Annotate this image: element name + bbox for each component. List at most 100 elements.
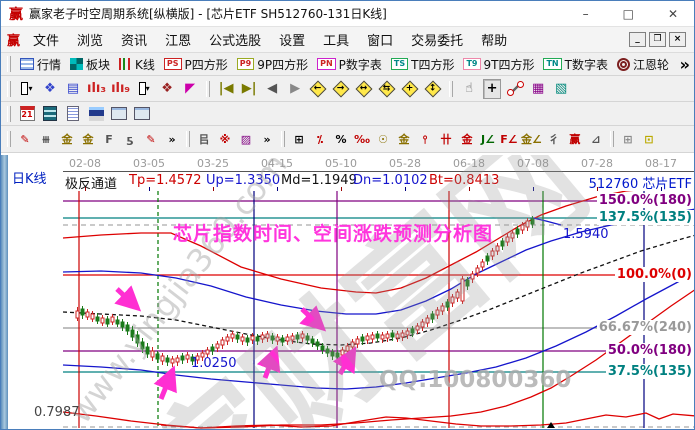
expand-all-button[interactable]: + — [401, 79, 419, 99]
spiral-tool-icon[interactable]: ƽ — [121, 129, 139, 149]
workstation-button[interactable] — [110, 104, 128, 124]
nav-last-button[interactable]: ▶| — [240, 79, 258, 99]
maximize-button[interactable]: □ — [623, 7, 634, 21]
wedge-tool-icon[interactable]: ⊿ — [587, 129, 605, 149]
shift-right-button-icon: → — [333, 80, 350, 97]
grid-red-tool-icon[interactable]: ⊞ — [619, 129, 637, 149]
menu-item-4[interactable]: 公式选股 — [200, 27, 270, 52]
pencil2-tool-icon[interactable]: ✎ — [142, 129, 160, 149]
quotes-button[interactable]: 行情 — [18, 55, 63, 74]
draw-overflow-icon[interactable]: » — [163, 129, 181, 149]
fibo-tool-icon[interactable]: F — [100, 129, 118, 149]
menu-item-9[interactable]: 帮助 — [472, 27, 516, 52]
info-panel-icon[interactable]: ▤ — [64, 79, 82, 99]
percent-line-tool-icon[interactable]: ⁒ — [311, 129, 329, 149]
kline-button[interactable]: K线 — [117, 55, 157, 74]
nav-first-button[interactable]: |◀ — [217, 79, 235, 99]
pencil-tool-icon[interactable]: ✎ — [16, 129, 34, 149]
indicator-name[interactable]: 极反通道 — [65, 173, 117, 192]
gold-ratio-tool-icon[interactable]: 金 — [58, 129, 76, 149]
t-digit-table-button-label: T数字表 — [565, 56, 608, 73]
zoom-y-button[interactable]: ↕ — [424, 79, 442, 99]
menu-item-3[interactable]: 江恩 — [156, 27, 200, 52]
t-digit-table-button[interactable]: TNT数字表 — [541, 55, 610, 74]
grid-gold-tool-icon[interactable]: ⊡ — [640, 129, 658, 149]
shift-left-button[interactable]: ← — [309, 79, 327, 99]
menu-item-1[interactable]: 浏览 — [68, 27, 112, 52]
gann-wheel-button-icon — [617, 58, 630, 71]
j-angle-tool-icon[interactable]: J∠ — [479, 129, 497, 149]
notes-button-icon — [67, 106, 79, 121]
elliott-tool-button[interactable]: ▧ — [552, 79, 570, 99]
menu-item-0[interactable]: 文件 — [24, 27, 68, 52]
channel-tool-icon[interactable]: 卄 — [437, 129, 455, 149]
gold-angle2-tool-icon[interactable]: 金∠ — [521, 129, 542, 149]
9p-square-button[interactable]: P99P四方形 — [235, 55, 310, 74]
measure-tool-button[interactable] — [506, 79, 524, 99]
ladder-tool-icon[interactable]: ⧻ — [37, 129, 55, 149]
save-button-icon — [89, 107, 104, 121]
crosshair-tool-button[interactable]: + — [483, 79, 501, 99]
percent-tool-icon[interactable]: % — [332, 129, 350, 149]
t-square-button[interactable]: TST四方形 — [389, 55, 457, 74]
kline-period-dropdown-icon — [21, 82, 28, 95]
calculator-button[interactable] — [41, 104, 59, 124]
walk-tool-icon[interactable]: 彳 — [545, 129, 563, 149]
shift-right-button[interactable]: → — [332, 79, 350, 99]
volume-profile-icon[interactable]: ◤ — [181, 79, 199, 99]
close-button[interactable]: ✕ — [668, 7, 678, 21]
mdi-restore-button[interactable]: ❐ — [649, 32, 666, 47]
9t-square-button[interactable]: T99T四方形 — [461, 55, 536, 74]
gold-circle-tool-icon[interactable]: ☉ — [374, 129, 392, 149]
nav-next-button[interactable]: ▶ — [286, 79, 304, 99]
trend-frame-tool-icon[interactable]: 㠯 — [195, 129, 213, 149]
kline-period-dropdown[interactable]: ▾ — [18, 79, 36, 99]
gold-angle-tool-icon[interactable]: 金 — [458, 129, 476, 149]
nav-prev-button[interactable]: ◀ — [263, 79, 281, 99]
gold-lines-tool-icon[interactable]: 金 — [395, 129, 413, 149]
sectors-button[interactable]: 板块 — [68, 55, 112, 74]
candle-arrow-tool-icon[interactable]: ⫯ — [416, 129, 434, 149]
menu-item-2[interactable]: 资讯 — [112, 27, 156, 52]
tab-daily-kline[interactable]: 日K线 — [12, 168, 47, 187]
calendar-button[interactable]: 21 — [18, 104, 36, 124]
compress-x-button-icon: ⇆ — [379, 80, 396, 97]
gann-grid-tool-button[interactable]: ▦ — [529, 79, 547, 99]
p-digit-table-button[interactable]: PNP数字表 — [315, 55, 384, 74]
similar-kline-red-icon[interactable]: ❖ — [158, 79, 176, 99]
menu-item-7[interactable]: 窗口 — [358, 27, 402, 52]
fan-box-tool-icon[interactable]: ▨ — [237, 129, 255, 149]
compress-x-button[interactable]: ⇆ — [378, 79, 396, 99]
gann-fan-tool-icon[interactable]: ※ — [216, 129, 234, 149]
toolbar1-overflow-button[interactable]: » — [680, 55, 690, 74]
drawing-toolbar: ✎⧻金金Fƽ✎»㠯※▨»⊞⁒%‰☉金⫯卄金J∠F∠金∠彳赢⊿⊞⊡ — [1, 126, 694, 153]
mdi-close-button[interactable]: × — [669, 32, 686, 47]
p-square-button[interactable]: PSP四方形 — [162, 55, 230, 74]
terminal-button[interactable] — [133, 104, 151, 124]
measure-tool-button-icon — [508, 82, 523, 95]
hand-tool-button[interactable]: ☝ — [460, 79, 478, 99]
fan-overflow-icon[interactable]: » — [258, 129, 276, 149]
win-tool-icon[interactable]: 赢 — [566, 129, 584, 149]
f-angle-tool-icon[interactable]: F∠ — [500, 129, 518, 149]
bars-3-icon[interactable]: ılı₃ — [87, 79, 106, 99]
menu-item-8[interactable]: 交易委托 — [402, 27, 472, 52]
9p-square-button-icon: P9 — [237, 58, 254, 70]
candle-tool-dropdown[interactable]: ▾ — [135, 79, 153, 99]
level-label: 50.0%(180) — [606, 343, 694, 358]
mdi-minimize-button[interactable]: _ — [629, 32, 646, 47]
candlestick — [101, 318, 104, 323]
bars-9-icon[interactable]: ılı₉ — [111, 79, 130, 99]
menu-item-6[interactable]: 工具 — [314, 27, 358, 52]
similar-kline-blue-icon[interactable]: ❖ — [41, 79, 59, 99]
zoom-out-x-button[interactable]: ↔ — [355, 79, 373, 99]
gann-wheel-button[interactable]: 江恩轮 — [615, 55, 671, 74]
symbol-label[interactable]: 512760 芯片ETF — [589, 173, 692, 192]
minimize-button[interactable]: – — [583, 7, 589, 21]
menu-item-5[interactable]: 设置 — [270, 27, 314, 52]
notes-button[interactable] — [64, 104, 82, 124]
permille-tool-icon[interactable]: ‰ — [353, 129, 371, 149]
percent-grid-tool-icon[interactable]: ⊞ — [290, 129, 308, 149]
gold-ratio2-tool-icon[interactable]: 金 — [79, 129, 97, 149]
save-button[interactable] — [87, 104, 105, 124]
